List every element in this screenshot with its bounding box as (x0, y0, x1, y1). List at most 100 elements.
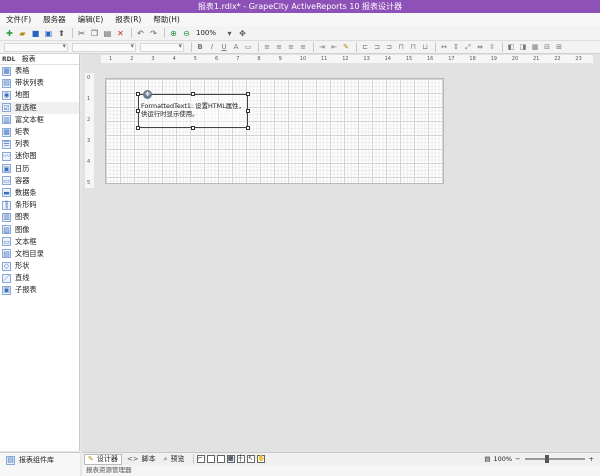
bring-front-icon[interactable]: ◧ (506, 42, 516, 52)
resize-handle-e[interactable] (246, 109, 250, 113)
align-lefts-icon[interactable]: ⊏ (360, 42, 370, 52)
grid-icon[interactable]: ▦ (226, 455, 235, 463)
redo-icon[interactable]: ↷ (148, 28, 159, 39)
select-mode-icon[interactable]: ↖ (246, 455, 255, 463)
zoom-out-button[interactable]: − (515, 455, 520, 463)
dimension-lines-icon[interactable]: ⌐ (196, 455, 205, 463)
zoom-out-icon[interactable]: ⊖ (181, 28, 192, 39)
report-explorer-tab[interactable]: 报表资源管理器 (86, 466, 132, 474)
same-size-icon[interactable]: ⤢ (463, 42, 473, 52)
new-report-icon[interactable]: ✚ (4, 28, 15, 39)
toolbox-header[interactable]: RDL 报表 (0, 54, 79, 65)
publish-icon[interactable]: ⬆ (56, 28, 67, 39)
align-left-icon[interactable]: ≡ (262, 42, 272, 52)
style-combo[interactable] (4, 42, 68, 52)
center-h-icon[interactable]: ⊟ (542, 42, 552, 52)
menu-file[interactable]: 文件(F) (6, 14, 31, 25)
align-rights-icon[interactable]: ⊐ (384, 42, 394, 52)
menu-report[interactable]: 报表(R) (115, 14, 141, 25)
formatted-text-control[interactable]: FormattedText1: 设置HTML属性，供运行时显示使用。 (138, 94, 248, 128)
page-layout-icon[interactable] (206, 455, 215, 463)
underline-icon[interactable]: U (219, 42, 229, 52)
toolbox-item[interactable]: ▭ 容器 (0, 175, 79, 187)
resize-handle-n[interactable] (191, 92, 195, 96)
toolbox-item-label: 复选框 (15, 102, 37, 112)
toolbox-item[interactable]: ║ 条形码 (0, 199, 79, 211)
toolbox-item[interactable]: ▬ 数据条 (0, 187, 79, 199)
move-handle-icon[interactable]: ✥ (143, 90, 152, 99)
toolbox-item[interactable]: ▥ 富文本框 (0, 114, 79, 126)
align-centers-icon[interactable]: ⊐ (372, 42, 382, 52)
toolbox-item[interactable]: 〰迷你图 (0, 150, 79, 162)
bold-icon[interactable]: B (195, 42, 205, 52)
back-color-icon[interactable]: ▭ (243, 42, 253, 52)
resize-handle-se[interactable] (246, 126, 250, 130)
delete-icon[interactable]: ✕ (115, 28, 126, 39)
zoom-fit-icon[interactable]: ▤ (484, 455, 490, 463)
align-tops-icon[interactable]: ⊓ (396, 42, 406, 52)
font-combo[interactable] (72, 42, 136, 52)
send-back-icon[interactable]: ◨ (518, 42, 528, 52)
toolbox-item[interactable]: ☑ 复选框 (0, 101, 79, 114)
toolbox-item[interactable]: ▣ 子报表 (0, 284, 79, 296)
snap-lines-icon[interactable]: ┼ (236, 455, 245, 463)
copy-icon[interactable]: ❐ (89, 28, 100, 39)
tab-designer[interactable]: ✎ 设计器 (84, 453, 122, 465)
save-as-icon[interactable]: ▣ (43, 28, 54, 39)
snap-grid-icon[interactable]: ▦ (530, 42, 540, 52)
resize-handle-w[interactable] (136, 109, 140, 113)
italic-icon[interactable]: I (207, 42, 217, 52)
resize-handle-s[interactable] (191, 126, 195, 130)
h-spacing-icon[interactable]: ⇹ (475, 42, 485, 52)
toolbox-item[interactable]: ▥ 图表 (0, 211, 79, 223)
menu-server[interactable]: 服务器 (43, 14, 66, 25)
center-v-icon[interactable]: ⊞ (554, 42, 564, 52)
outdent-icon[interactable]: ⇤ (329, 42, 339, 52)
cut-icon[interactable]: ✂ (76, 28, 87, 39)
justify-icon[interactable]: ≡ (298, 42, 308, 52)
same-height-icon[interactable]: ↕ (451, 42, 461, 52)
tab-script[interactable]: <> 脚本 (124, 454, 159, 465)
resize-handle-nw[interactable] (136, 92, 140, 96)
component-library-tab[interactable]: ▤ 报表组件库 (0, 453, 80, 467)
paste-icon[interactable]: ▤ (102, 28, 113, 39)
zoom-in-icon[interactable]: ⊕ (168, 28, 179, 39)
resize-handle-ne[interactable] (246, 92, 250, 96)
indent-icon[interactable]: ⇥ (317, 42, 327, 52)
zoom-slider[interactable] (524, 455, 585, 463)
resize-handle-sw[interactable] (136, 126, 140, 130)
toolbox-item[interactable]: ◇ 形状 (0, 260, 79, 272)
open-icon[interactable]: ▰ (17, 28, 28, 39)
font-size-combo[interactable] (140, 42, 184, 52)
zoom-combo[interactable]: 100% (196, 28, 224, 38)
toolbox-item[interactable]: ▣ 日历 (0, 163, 79, 175)
font-color-icon[interactable]: A (231, 42, 241, 52)
toolbox-item[interactable]: ▨ 图像 (0, 223, 79, 235)
align-center-icon[interactable]: ≡ (274, 42, 284, 52)
toolbox-item[interactable]: ▤ 带状列表 (0, 77, 79, 89)
toolbox-item[interactable]: ◉ 地图 (0, 89, 79, 101)
toolbox-item[interactable]: ☰ 列表 (0, 138, 79, 150)
highlight-icon[interactable]: ✎ (341, 42, 351, 52)
zoom-slider-thumb[interactable] (544, 455, 549, 463)
pan-icon[interactable]: ✥ (237, 28, 248, 39)
v-spacing-icon[interactable]: ⇳ (487, 42, 497, 52)
zoom-dropdown-icon[interactable]: ▾ (224, 28, 235, 39)
zoom-in-button[interactable]: + (589, 455, 594, 463)
toolbox-item[interactable]: ／ 直线 (0, 272, 79, 284)
align-right-icon[interactable]: ≡ (286, 42, 296, 52)
align-bottoms-icon[interactable]: ⊔ (420, 42, 430, 52)
toolbox-item[interactable]: ▭ 文本框 (0, 236, 79, 248)
menu-edit[interactable]: 编辑(E) (78, 14, 104, 25)
toolbox-item[interactable]: ▦ 表格 (0, 65, 79, 77)
menu-help[interactable]: 帮助(H) (153, 14, 180, 25)
align-middles-icon[interactable]: ⊓ (408, 42, 418, 52)
report-layout-icon[interactable] (216, 455, 225, 463)
save-icon[interactable]: ■ (30, 28, 41, 39)
toolbox-item[interactable]: ▤ 文档目录 (0, 248, 79, 260)
same-width-icon[interactable]: ↔ (439, 42, 449, 52)
undo-icon[interactable]: ↶ (135, 28, 146, 39)
tab-preview[interactable]: ⌕ 预览 (161, 454, 188, 465)
toolbox-item[interactable]: ▦ 矩表 (0, 126, 79, 138)
pan-mode-icon[interactable]: ✋ (256, 455, 265, 463)
